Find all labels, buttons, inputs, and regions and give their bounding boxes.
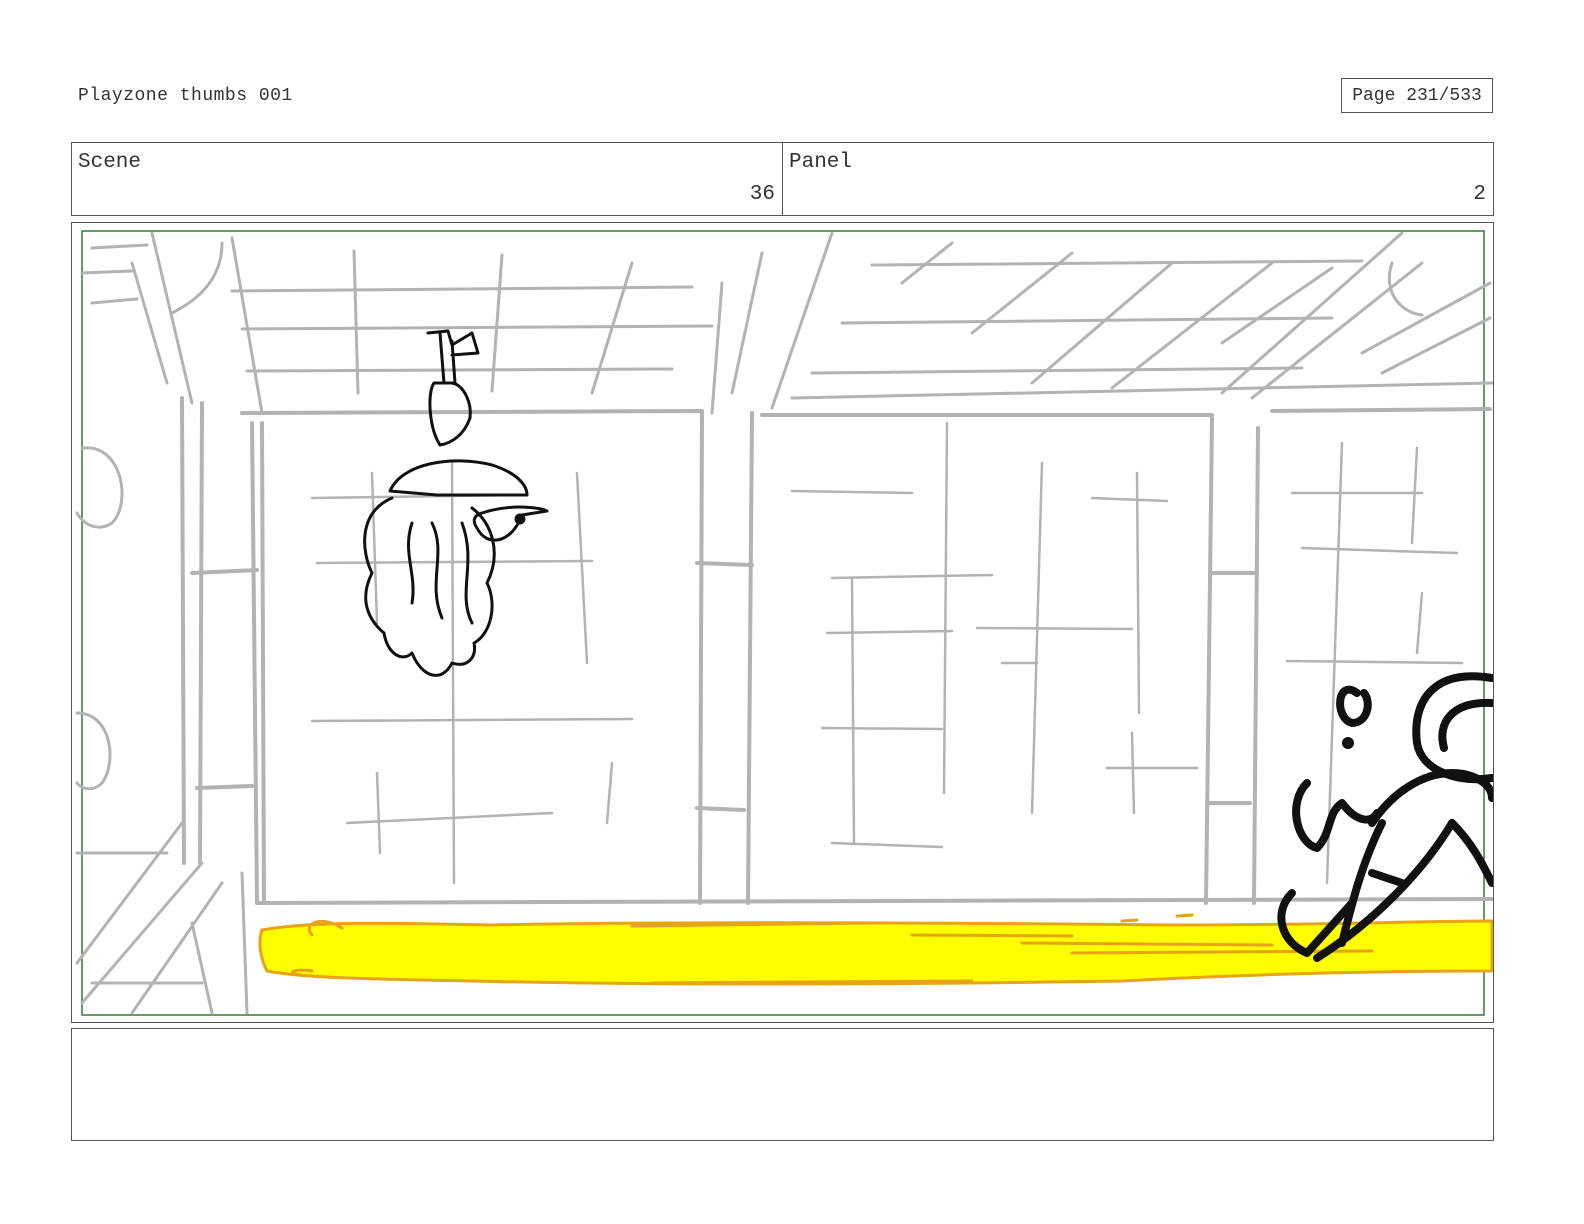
document-title: Playzone thumbs 001: [78, 86, 293, 106]
scene-label: Scene: [78, 151, 142, 174]
scene-number: 36: [749, 183, 775, 206]
panel-label: Panel: [789, 151, 853, 174]
scene-panel-header: Scene 36 Panel 2: [71, 142, 1494, 216]
window-sketch: [310, 421, 1464, 885]
hanging-character: [363, 329, 549, 677]
notes-box: [71, 1028, 1494, 1141]
storyboard-frame: [71, 222, 1494, 1023]
ceiling-sketch: [80, 231, 1493, 415]
left-side-sketch: [75, 446, 249, 1015]
storyboard-sketch: [75, 230, 1493, 1016]
panel-cell: Panel 2: [782, 143, 1493, 215]
running-creature: [1277, 672, 1493, 962]
page-indicator: Page 231/533: [1341, 78, 1493, 113]
panel-number: 2: [1473, 183, 1486, 206]
scene-cell: Scene 36: [72, 143, 782, 215]
